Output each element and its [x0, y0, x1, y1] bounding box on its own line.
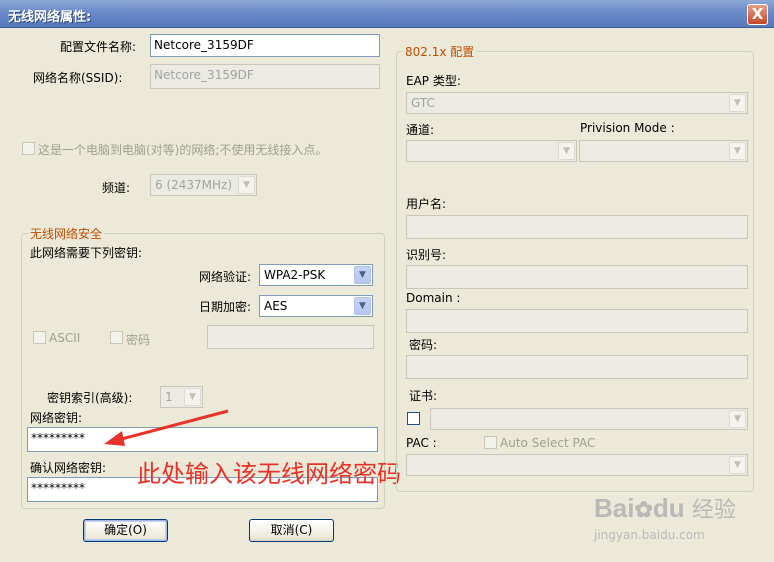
security-legend: 无线网络安全 — [28, 225, 105, 242]
watermark-brand: Bai — [594, 493, 635, 523]
confirm-key-label: 确认网络密钥: — [30, 461, 107, 475]
channel-label: 频道: — [102, 181, 131, 195]
key-index-value: 1 — [165, 390, 173, 404]
adhoc-checkbox[interactable] — [22, 142, 35, 155]
chevron-down-icon: ▼ — [729, 142, 746, 160]
auth-select[interactable]: WPA2-PSK ▼ — [259, 264, 373, 286]
pac-select[interactable]: ▼ — [406, 454, 748, 476]
eap-type-select[interactable]: GTC ▼ — [406, 92, 748, 114]
auto-pac-checkbox[interactable] — [484, 436, 497, 449]
eap-type-value: GTC — [411, 96, 435, 110]
ok-button[interactable]: 确定(O) — [83, 519, 168, 542]
watermark-url: jingyan.baidu.com — [594, 528, 705, 542]
eap-type-label: EAP 类型: — [406, 74, 461, 88]
chevron-down-icon: ▼ — [729, 410, 746, 428]
watermark-brand2: du — [652, 493, 685, 523]
channel-select[interactable]: 6 (2437MHz) ▼ — [150, 174, 257, 196]
auto-pac-label: Auto Select PAC — [500, 436, 596, 450]
channel-value: 6 (2437MHz) — [155, 178, 233, 192]
auth-value: WPA2-PSK — [264, 268, 326, 282]
eap-password-input[interactable] — [406, 355, 748, 379]
chevron-down-icon: ▼ — [729, 456, 746, 474]
ssid-label: 网络名称(SSID): — [33, 71, 123, 85]
annotation-text: 此处输入该无线网络密码 — [137, 460, 401, 488]
watermark-jingyan: 经验 — [691, 497, 736, 522]
pac-label: PAC : — [406, 436, 437, 450]
eap-legend: 802.1x 配置 — [403, 43, 477, 60]
cert-select[interactable]: ▼ — [430, 408, 748, 430]
encryption-label: 日期加密: — [199, 300, 252, 314]
auth-label: 网络验证: — [199, 270, 252, 284]
network-key-label: 网络密钥: — [30, 411, 83, 425]
domain-input[interactable] — [406, 309, 748, 333]
chevron-down-icon: ▼ — [558, 142, 575, 160]
chevron-down-icon: ▼ — [354, 297, 371, 315]
ascii-label: ASCII — [49, 331, 81, 345]
username-input[interactable] — [406, 215, 748, 239]
profile-name-input[interactable]: Netcore_3159DF — [150, 34, 380, 57]
identity-label: 识别号: — [406, 248, 447, 262]
username-label: 用户名: — [406, 197, 447, 211]
key-index-label: 密钥索引(高级): — [47, 391, 133, 405]
annotation-arrow-icon — [104, 409, 229, 446]
title-bar: 无线网络属性: X — [0, 0, 774, 28]
ssid-input[interactable]: Netcore_3159DF — [150, 64, 380, 89]
tunnel-label: 通道: — [406, 123, 435, 137]
domain-label: Domain : — [406, 291, 461, 305]
paw-icon: ✿ — [634, 497, 653, 522]
ascii-checkbox[interactable] — [33, 331, 46, 344]
profile-name-label: 配置文件名称: — [60, 40, 137, 54]
chevron-down-icon: ▼ — [184, 388, 201, 406]
adhoc-label: 这是一个电脑到电脑(对等)的网络;不使用无线接入点。 — [38, 143, 328, 157]
needs-key-label: 此网络需要下列密钥: — [30, 246, 143, 260]
chevron-down-icon: ▼ — [729, 94, 746, 112]
password-checkbox-label: 密码 — [126, 333, 151, 347]
close-button[interactable]: X — [747, 4, 768, 25]
provision-select[interactable]: ▼ — [579, 140, 748, 162]
password-text-input[interactable] — [207, 325, 374, 349]
cert-checkbox[interactable] — [407, 412, 420, 425]
chevron-down-icon: ▼ — [238, 176, 255, 194]
baidu-watermark-logo: Bai✿du 经验 — [594, 492, 736, 524]
password-checkbox[interactable] — [110, 331, 123, 344]
provision-label: Privision Mode : — [580, 121, 675, 135]
tunnel-select[interactable]: ▼ — [406, 140, 577, 162]
cert-label: 证书: — [409, 389, 438, 403]
encryption-value: AES — [264, 299, 288, 313]
eap-password-label: 密码: — [409, 338, 438, 352]
window-title: 无线网络属性: — [8, 10, 92, 25]
encryption-select[interactable]: AES ▼ — [259, 295, 373, 317]
identity-input[interactable] — [406, 265, 748, 289]
chevron-down-icon: ▼ — [354, 266, 371, 284]
cancel-button[interactable]: 取消(C) — [249, 519, 334, 542]
